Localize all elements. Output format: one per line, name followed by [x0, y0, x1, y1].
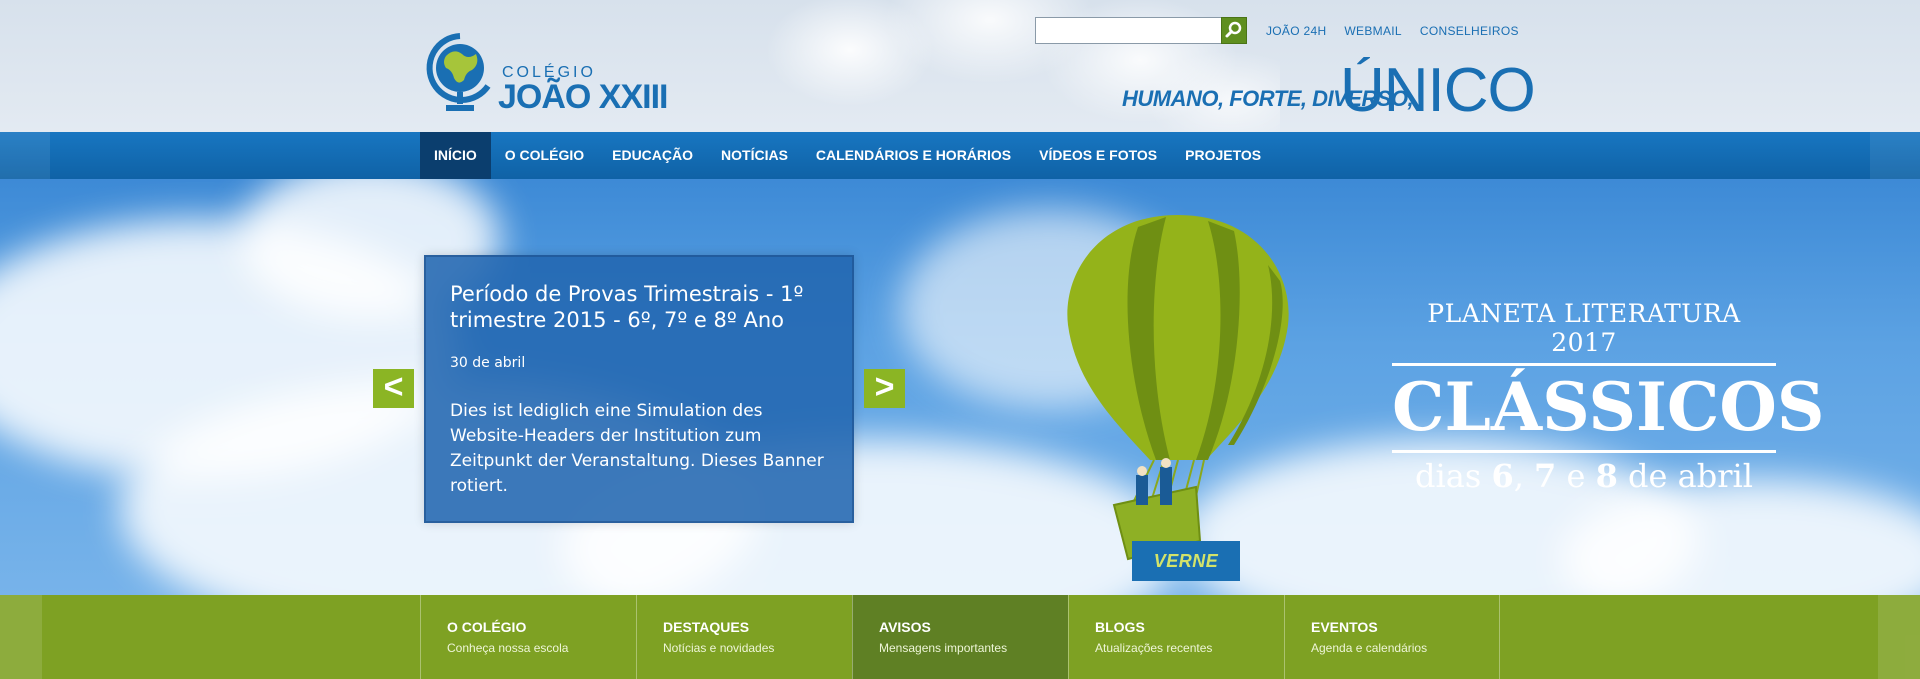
top-links: JOÃO 24H WEBMAIL CONSELHEIROS	[1266, 24, 1519, 40]
search-icon	[1225, 21, 1242, 38]
balloon-illustration	[1067, 215, 1289, 561]
top-link-joao24h[interactable]: JOÃO 24H	[1266, 24, 1326, 40]
nav-item-o-colegio[interactable]: O COLÉGIO	[491, 132, 598, 179]
banner-sep: ,	[1513, 457, 1535, 495]
slide-title: Período de Provas Trimestrais - 1º trime…	[450, 282, 804, 332]
banner-dates: dias 6, 7 e 8 de abril	[1392, 457, 1776, 495]
nav-item-noticias[interactable]: NOTÍCIAS	[707, 132, 802, 179]
banner-title: CLÁSSICOS	[1392, 368, 1825, 446]
banner-day-8: 8	[1595, 457, 1618, 495]
tile-title: O Colégio	[447, 619, 527, 635]
tile-subtitle: Conheça nossa escola	[447, 641, 569, 655]
banner-dates-post: de abril	[1617, 457, 1753, 495]
globe-logo-icon	[426, 33, 491, 111]
book-badge: VERNE	[1132, 541, 1240, 581]
slider-next-button[interactable]: >	[864, 369, 905, 408]
logo-title: JOÃO XXIII	[498, 78, 668, 116]
main-nav: INÍCIO O COLÉGIO EDUCAÇÃO NOTÍCIAS CALEN…	[0, 132, 1920, 179]
tile-o-colegio[interactable]: O Colégio Conheça nossa escola	[420, 595, 636, 679]
nav-edge	[1870, 132, 1920, 179]
nav-item-calendarios[interactable]: CALENDÁRIOS E HORÁRIOS	[802, 132, 1025, 179]
tile-title: Blogs	[1095, 619, 1145, 635]
banner-day-7: 7	[1534, 457, 1557, 495]
site-logo[interactable]: COLÉGIO JOÃO XXIII	[420, 28, 680, 116]
bar-edge	[1878, 595, 1920, 679]
slogan-big: ÚNICO	[1340, 56, 1536, 125]
site-header: COLÉGIO JOÃO XXIII JOÃO 24H WEBMAIL CONS…	[0, 0, 1920, 132]
nav-item-projetos[interactable]: PROJETOS	[1171, 132, 1275, 179]
tile-title: Destaques	[663, 619, 750, 635]
tile-subtitle: Atualizações recentes	[1095, 641, 1213, 655]
nav-edge	[0, 132, 50, 179]
tile-subtitle: Mensagens importantes	[879, 641, 1008, 655]
banner-top: PLANETA LITERATURA 2017	[1427, 299, 1741, 357]
search-input[interactable]	[1035, 17, 1223, 44]
slide-date: 30 de abril	[450, 355, 526, 371]
tile-subtitle: Agenda e calendários	[1311, 641, 1428, 655]
bar-edge	[0, 595, 42, 679]
banner-sep: e	[1556, 457, 1596, 495]
feature-tiles: O Colégio Conheça nossa escola Destaques…	[420, 595, 1500, 679]
top-link-webmail[interactable]: WEBMAIL	[1344, 24, 1401, 40]
event-banner: PLANETA LITERATURA 2017 CLÁSSICOS dias 6…	[1392, 299, 1825, 495]
tile-destaques[interactable]: Destaques Notícias e novidades	[636, 595, 852, 679]
slider-prev-button[interactable]: <	[373, 369, 414, 408]
banner-divider	[1392, 450, 1776, 453]
feature-bar: O Colégio Conheça nossa escola Destaques…	[0, 595, 1920, 679]
search-button[interactable]	[1221, 17, 1247, 44]
search-form	[1035, 17, 1247, 44]
banner-dates-pre: dias	[1415, 457, 1492, 495]
tile-eventos[interactable]: Eventos Agenda e calendários	[1284, 595, 1500, 679]
banner-day-6: 6	[1491, 457, 1514, 495]
tile-title: Eventos	[1311, 619, 1378, 635]
hero-slider: < > Período de Provas Trimestrais - 1º t…	[0, 179, 1920, 595]
tile-avisos[interactable]: Avisos Mensagens importantes	[852, 595, 1068, 679]
banner-divider	[1392, 363, 1776, 366]
slogan: HUMANO, FORTE, DIVERSO, ÚNICO	[1122, 56, 1536, 128]
tile-title: Avisos	[879, 619, 931, 635]
nav-item-educacao[interactable]: EDUCAÇÃO	[598, 132, 707, 179]
nav-item-videos-fotos[interactable]: VÍDEOS E FOTOS	[1025, 132, 1171, 179]
top-link-conselheiros[interactable]: CONSELHEIROS	[1420, 24, 1519, 40]
nav-item-inicio[interactable]: INÍCIO	[420, 132, 491, 179]
tile-blogs[interactable]: Blogs Atualizações recentes	[1068, 595, 1284, 679]
slide-caption-card[interactable]: Período de Provas Trimestrais - 1º trime…	[424, 255, 854, 523]
tile-subtitle: Notícias e novidades	[663, 641, 775, 655]
nav-items: INÍCIO O COLÉGIO EDUCAÇÃO NOTÍCIAS CALEN…	[420, 132, 1275, 179]
slide-body: Dies ist lediglich eine Simulation des W…	[450, 401, 824, 496]
